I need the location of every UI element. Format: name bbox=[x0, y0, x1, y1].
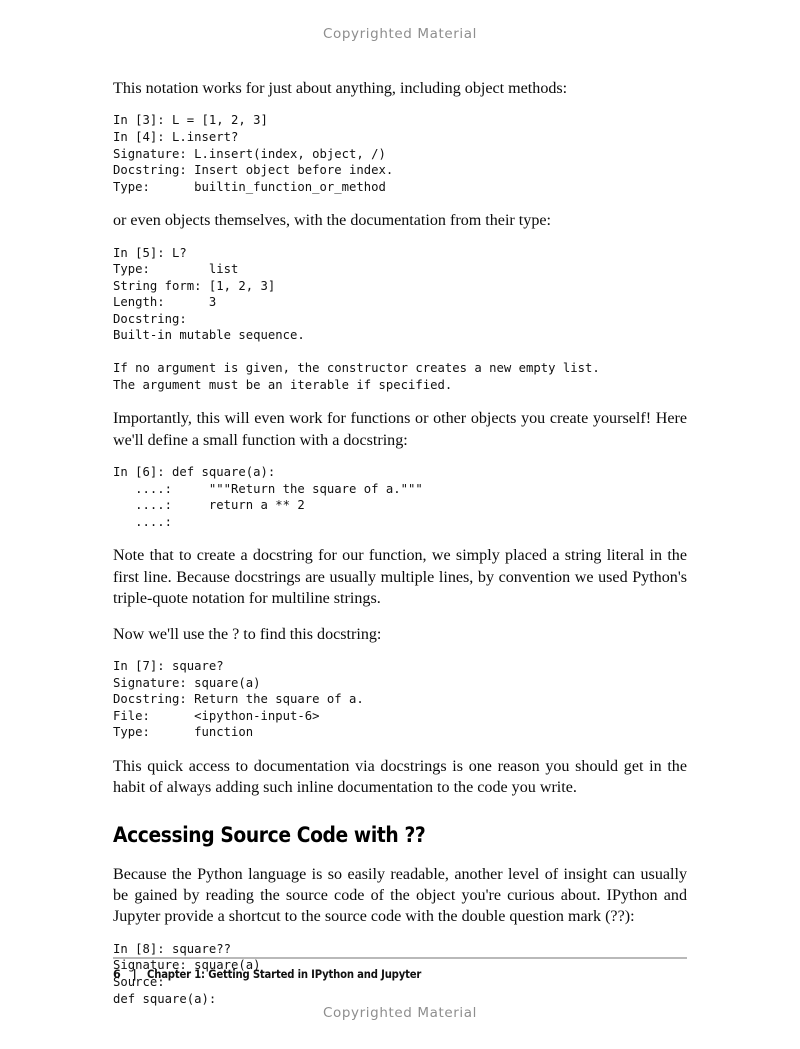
paragraph-importantly-docstring: Importantly, this will even work for fun… bbox=[113, 410, 687, 449]
page-content: This notation works for just about anyth… bbox=[113, 78, 687, 1007]
footer-chapter-title: Chapter 1: Getting Started in IPython an… bbox=[147, 968, 422, 981]
code-block-square-help: In [7]: square? Signature: square(a) Doc… bbox=[113, 659, 364, 740]
paragraph-intro-notation: This notation works for just about anyth… bbox=[113, 80, 568, 97]
footer-page-number: 6 bbox=[113, 968, 121, 981]
watermark-top: Copyrighted Material bbox=[323, 26, 477, 42]
paragraph-objects-themselves: or even objects themselves, with the doc… bbox=[113, 212, 551, 230]
section-heading-accessing-source-code: Accessing Source Code with ?? bbox=[113, 822, 426, 848]
footer-separator: | bbox=[132, 968, 137, 981]
paragraph-quick-access-docs: This quick access to documentation via d… bbox=[113, 757, 687, 797]
book-page: Copyrighted Material This notation works… bbox=[0, 0, 800, 1049]
code-block-def-square: In [6]: def square(a): ....: """Return t… bbox=[113, 465, 423, 529]
code-block-insert-help: In [3]: L = [1, 2, 3] In [4]: L.insert? … bbox=[113, 113, 394, 194]
page-footer: 6 | Chapter 1: Getting Started in IPytho… bbox=[113, 968, 687, 981]
paragraph-now-use-question-mark: Now we'll use the ? to find this docstri… bbox=[113, 625, 382, 643]
paragraph-note-docstring-literal: Note that to create a docstring for our … bbox=[113, 547, 687, 608]
paragraph-because-python-readable: Because the Python language is so easily… bbox=[113, 865, 687, 926]
footer-divider bbox=[113, 957, 687, 959]
code-block-list-help: In [5]: L? Type: list String form: [1, 2… bbox=[113, 245, 600, 392]
watermark-bottom: Copyrighted Material bbox=[323, 1005, 477, 1021]
